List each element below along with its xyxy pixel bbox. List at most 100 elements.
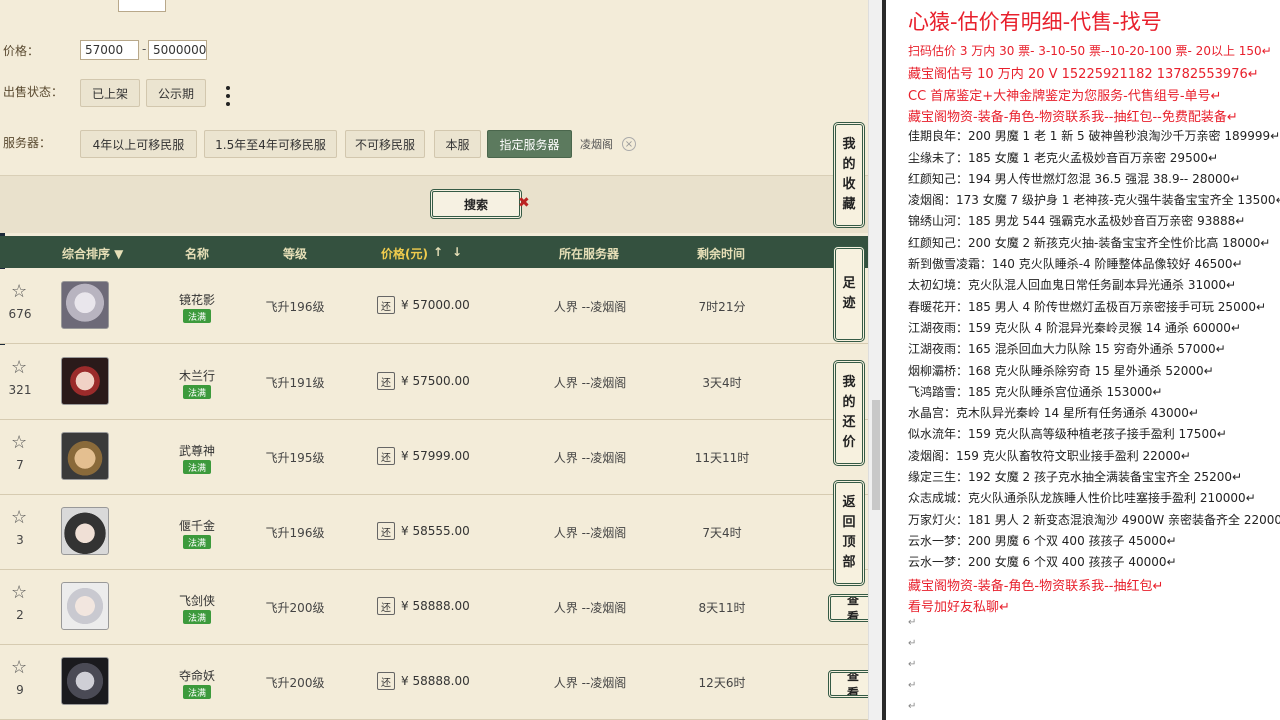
role-price: ¥ 58888.00 [401,674,470,688]
tab-char: 的 [842,157,856,172]
price-header[interactable]: 价格(元) [381,245,428,262]
role-name[interactable]: 偃千金 [160,517,234,534]
star-icon[interactable]: ☆ [11,281,27,302]
status-badge: 法满 [183,685,211,699]
close-icon[interactable]: ✖ [518,195,530,211]
note-line: 飞鸿踏雪：185 克火队睡杀宫位通杀 153000↵ [908,384,1163,399]
scrollbar[interactable] [868,0,882,720]
close-icon[interactable]: × [622,137,636,151]
favorite-count: 321 [8,383,32,397]
footprints-tab[interactable]: 足 迹 [833,246,865,342]
star-icon[interactable]: ☆ [11,357,27,378]
note-line: 江湖夜雨：165 混杀回血大力队除 15 穷奇外通杀 57000↵ [908,342,1226,357]
server-4yr-button[interactable]: 4年以上可移民服 [80,130,197,158]
role-price: ¥ 57000.00 [401,298,470,312]
tab-char: 回 [842,515,856,530]
server-specified-button[interactable]: 指定服务器 [487,130,572,158]
back-to-top-tab[interactable]: 返 回 顶 部 [833,480,865,586]
server-1p5yr-button[interactable]: 1.5年至4年可移民服 [204,130,337,158]
price-max-input[interactable]: 5000000 [148,40,207,60]
tab-char: 藏 [842,197,856,212]
bargain-icon[interactable]: 还 [377,522,395,540]
price-min-input[interactable]: 57000 [80,40,139,60]
role-price: ¥ 57500.00 [401,374,470,388]
game-market-panel: 价格： 57000 - 5000000 出售状态： 已上架 公示期 服务器： 4… [0,0,868,720]
avatar[interactable] [61,281,109,329]
scrollbar-thumb[interactable] [872,400,880,510]
role-server: 人界 --凌烟阁 [553,300,627,314]
note-return-mark: ↵ [908,638,917,650]
status-public-button[interactable]: 公示期 [146,79,206,107]
table-row[interactable]: ☆ 676 镜花影 法满 飞升196级 还 ¥ 57000.00 人界 --凌烟… [0,269,868,344]
note-return-mark: ↵ [908,701,917,713]
role-name[interactable]: 武尊神 [160,442,234,459]
status-listed-button[interactable]: 已上架 [80,79,140,107]
role-name[interactable]: 飞剑侠 [160,592,234,609]
note-line: 春暖花开：185 男人 4 阶传世燃灯孟极百万亲密接手可玩 25000↵ [908,299,1267,314]
table-header: 综合排序 ▼ 名称 等级 价格(元) ↑ ↓ 所在服务器 剩余时间 [0,236,868,268]
note-line: 云水一梦：200 男魔 6 个双 400 孩孩子 45000↵ [908,533,1177,548]
my-favorites-tab[interactable]: 我 的 收 藏 [833,122,865,228]
avatar[interactable] [61,507,109,555]
sort-header[interactable]: 综合排序 ▼ [62,245,123,262]
view-button[interactable]: 查看 [828,670,868,698]
level-input[interactable] [118,0,166,12]
role-level: 飞升196级 [265,300,325,314]
avatar[interactable] [61,432,109,480]
server-label: 服务器： [3,136,52,150]
star-icon[interactable]: ☆ [11,432,27,453]
note-line: 扫码估价 3 万内 30 票- 3-10-50 票--10-20-100 票- … [908,44,1272,58]
role-level: 飞升196级 [265,526,325,540]
note-line: 佳期良年：200 男魔 1 老 1 新 5 破神兽秒浪淘沙千万亲密 189999… [908,129,1280,144]
price-dash: - [142,42,147,56]
table-row[interactable]: ☆ 3 偃千金 法满 飞升196级 还 ¥ 58555.00 人界 --凌烟阁 … [0,495,868,570]
bargain-icon[interactable]: 还 [377,296,395,314]
note-line: 凌烟阁：159 克火队畜牧符文职业接手盈利 22000↵ [908,448,1191,463]
note-line: 藏宝阁物资-装备-角色-物资联系我--抽红包↵ [908,578,1164,594]
table-row[interactable]: ☆ 7 武尊神 法满 飞升195级 还 ¥ 57999.00 人界 --凌烟阁 … [0,420,868,495]
remaining-time: 7时21分 [698,300,746,314]
bargain-icon[interactable]: 还 [377,372,395,390]
table-row[interactable]: ☆ 321 木兰行 法满 飞升191级 还 ¥ 57500.00 人界 --凌烟… [0,345,868,420]
status-badge: 法满 [183,535,211,549]
screen: 价格： 57000 - 5000000 出售状态： 已上架 公示期 服务器： 4… [0,0,1280,720]
avatar[interactable] [61,657,109,705]
role-name[interactable]: 镜花影 [160,291,234,308]
tab-char: 顶 [842,535,856,550]
note-return-mark: ↵ [908,659,917,671]
search-button[interactable]: 搜索 [430,189,522,219]
bargain-icon[interactable]: 还 [377,447,395,465]
role-name[interactable]: 木兰行 [160,367,234,384]
status-badge: 法满 [183,385,211,399]
role-name[interactable]: 夺命妖 [160,667,234,684]
role-level: 飞升200级 [265,676,325,690]
star-icon[interactable]: ☆ [11,582,27,603]
avatar[interactable] [61,357,109,405]
remaining-time: 3天4时 [702,376,742,390]
sort-up-icon[interactable]: ↑ [433,245,443,259]
level-header[interactable]: 等级 [283,245,307,262]
note-line: 水晶宫：克木队异光秦岭 14 星所有任务通杀 43000↵ [908,406,1199,421]
note-line: 似水流年：159 克火队高等级种植老孩子接手盈利 17500↵ [908,427,1227,442]
note-line: 众志成城：克火队通杀队龙族睡人性价比哇塞接手盈利 210000↵ [908,491,1256,506]
remaining-time: 8天11时 [698,601,746,615]
table-row[interactable]: ☆ 9 夺命妖 法满 飞升200级 还 ¥ 58888.00 人界 --凌烟阁 … [0,645,868,720]
note-line: 锦绣山河：185 男龙 544 强霸克水孟极妙音百万亲密 93888↵ [908,214,1246,229]
bargain-icon[interactable]: 还 [377,597,395,615]
time-header[interactable]: 剩余时间 [697,245,745,262]
my-bargains-tab[interactable]: 我 的 还 价 [833,360,865,466]
tab-char: 我 [842,137,856,152]
remaining-time: 7天4时 [702,526,742,540]
star-icon[interactable]: ☆ [11,657,27,678]
more-options-icon[interactable] [222,84,234,108]
bargain-icon[interactable]: 还 [377,672,395,690]
favorite-count: 3 [16,533,24,547]
favorite-count: 7 [16,458,24,472]
sort-down-icon[interactable]: ↓ [452,245,462,259]
server-no-migrate-button[interactable]: 不可移民服 [345,130,425,158]
table-row[interactable]: ☆ 2 飞剑侠 法满 飞升200级 还 ¥ 58888.00 人界 --凌烟阁 … [0,570,868,645]
avatar[interactable] [61,582,109,630]
star-icon[interactable]: ☆ [11,507,27,528]
view-button[interactable]: 查看 [828,594,868,622]
server-local-button[interactable]: 本服 [434,130,481,158]
